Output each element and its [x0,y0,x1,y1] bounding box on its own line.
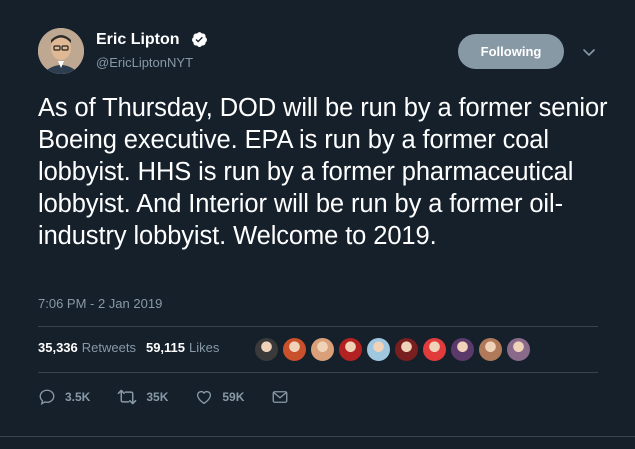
bottom-divider [0,436,635,437]
retweets-count: 35,336 [38,340,78,355]
tweet-text: As of Thursday, DOD will be run by a for… [38,94,608,250]
like-action[interactable]: 59K [195,388,244,406]
liker-avatar[interactable] [422,337,447,362]
author-handle[interactable]: @EricLiptonNYT [96,55,193,70]
liker-avatar[interactable] [394,337,419,362]
liker-avatar[interactable] [282,337,307,362]
tweet-card: Eric Lipton @EricLiptonNYT Following As … [0,0,635,449]
retweet-count: 35K [146,390,169,404]
liker-avatar[interactable] [478,337,503,362]
following-button[interactable]: Following [458,34,564,69]
liker-avatar[interactable] [254,337,279,362]
liker-avatar[interactable] [366,337,391,362]
author-name[interactable]: Eric Lipton [96,31,180,49]
reply-icon [38,388,56,406]
like-icon [195,388,213,406]
chevron-down-icon[interactable] [581,44,597,60]
verified-badge-icon [191,31,208,48]
reply-action[interactable]: 3.5K [38,388,90,406]
like-count: 59K [222,390,245,404]
reply-count: 3.5K [65,390,91,404]
liker-avatar[interactable] [338,337,363,362]
divider [38,326,598,327]
direct-message-action[interactable] [271,388,289,406]
author-avatar[interactable] [38,28,84,74]
retweets-stat[interactable]: 35,336 Retweets [38,340,136,355]
likes-label: Likes [189,340,220,355]
tweet-actions: 3.5K 35K 59K [38,388,316,406]
liker-avatar[interactable] [506,337,531,362]
liker-avatars [254,337,531,362]
retweets-label: Retweets [81,340,136,355]
likes-count: 59,115 [145,340,186,355]
message-icon [271,388,289,406]
retweet-icon [117,388,137,406]
retweet-action[interactable]: 35K [117,388,168,406]
divider [38,372,598,373]
liker-avatar[interactable] [450,337,475,362]
liker-avatar[interactable] [310,337,335,362]
tweet-timestamp[interactable]: 7:06 PM - 2 Jan 2019 [38,296,162,311]
engagement-stats: 35,336 Retweets 59,115 Likes [38,340,219,355]
likes-stat[interactable]: 59,115 Likes [146,340,219,355]
